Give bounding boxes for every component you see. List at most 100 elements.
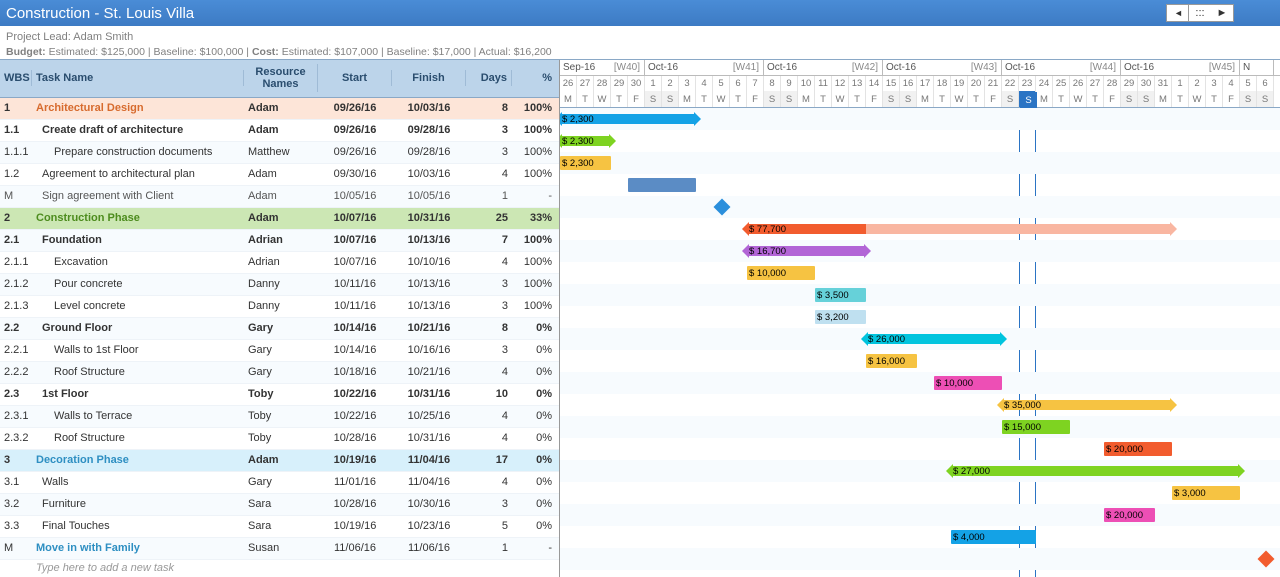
task-cell: Move in with Family bbox=[32, 542, 244, 554]
gantt-bar[interactable]: $ 20,000 bbox=[1104, 508, 1155, 522]
table-row[interactable]: 2.3.1Walls to TerraceToby10/22/1610/25/1… bbox=[0, 406, 559, 428]
dow-label: T bbox=[696, 91, 713, 107]
gantt-row[interactable] bbox=[560, 548, 1280, 570]
col-finish[interactable]: Finish bbox=[392, 70, 466, 86]
gantt-row[interactable]: $ 20,000 bbox=[560, 438, 1280, 460]
timeline-pager: ◄ ::: ► bbox=[1166, 4, 1234, 22]
gantt-row[interactable]: $ 77,700 bbox=[560, 218, 1280, 240]
gantt-row[interactable]: $ 3,000 bbox=[560, 482, 1280, 504]
start-cell: 10/22/16 bbox=[318, 388, 392, 400]
table-row[interactable]: 2.2.2Roof StructureGary10/18/1610/21/164… bbox=[0, 362, 559, 384]
table-row[interactable]: 2.31st FloorToby10/22/1610/31/16100% bbox=[0, 384, 559, 406]
gantt-row[interactable]: $ 20,000 bbox=[560, 504, 1280, 526]
finish-cell: 10/23/16 bbox=[392, 520, 466, 532]
milestone-icon[interactable] bbox=[1258, 551, 1275, 568]
gantt-row[interactable]: $ 2,300 bbox=[560, 130, 1280, 152]
pct-cell: 100% bbox=[512, 102, 556, 114]
table-row[interactable]: 2.1FoundationAdrian10/07/1610/13/167100% bbox=[0, 230, 559, 252]
date-label: 3 bbox=[1206, 76, 1223, 92]
gantt-bar[interactable]: $ 10,000 bbox=[747, 266, 815, 280]
pct-cell: 0% bbox=[512, 344, 556, 356]
dow-label: T bbox=[934, 91, 951, 107]
gantt-row[interactable]: $ 26,000 bbox=[560, 328, 1280, 350]
gantt-bar[interactable]: $ 20,000 bbox=[1104, 442, 1172, 456]
gantt-row[interactable]: $ 35,000 bbox=[560, 394, 1280, 416]
start-cell: 10/07/16 bbox=[318, 234, 392, 246]
table-row[interactable]: 2.3.2Roof StructureToby10/28/1610/31/164… bbox=[0, 428, 559, 450]
table-row[interactable]: 3Decoration PhaseAdam10/19/1611/04/16170… bbox=[0, 450, 559, 472]
table-row[interactable]: MSign agreement with ClientAdam10/05/161… bbox=[0, 186, 559, 208]
gantt-row[interactable]: $ 2,300 bbox=[560, 152, 1280, 174]
col-task[interactable]: Task Name bbox=[32, 70, 244, 86]
gantt-bar[interactable]: $ 2,300 bbox=[560, 136, 611, 146]
gantt-row[interactable]: $ 4,000 bbox=[560, 526, 1280, 548]
date-label: 27 bbox=[1087, 76, 1104, 92]
col-wbs[interactable]: WBS bbox=[0, 70, 32, 86]
gantt-chart[interactable]: Sep-16[W40]Oct-16[W41]Oct-16[W42]Oct-16[… bbox=[560, 60, 1280, 577]
new-task-input[interactable]: Type here to add a new task bbox=[0, 560, 559, 577]
finish-cell: 09/28/16 bbox=[392, 124, 466, 136]
dow-label: S bbox=[1240, 91, 1257, 107]
days-cell: 8 bbox=[466, 322, 512, 334]
milestone-icon[interactable] bbox=[714, 199, 731, 216]
gantt-row[interactable] bbox=[560, 196, 1280, 218]
gantt-row[interactable]: $ 27,000 bbox=[560, 460, 1280, 482]
gantt-bar[interactable]: $ 2,300 bbox=[560, 114, 696, 124]
resource-cell: Adam bbox=[244, 454, 318, 466]
table-row[interactable]: 2.1.2Pour concreteDanny10/11/1610/13/163… bbox=[0, 274, 559, 296]
task-cell: Walls bbox=[32, 476, 244, 488]
gantt-bar[interactable]: $ 2,300 bbox=[560, 156, 611, 170]
table-row[interactable]: 2Construction PhaseAdam10/07/1610/31/162… bbox=[0, 208, 559, 230]
timeline-header: Sep-16[W40]Oct-16[W41]Oct-16[W42]Oct-16[… bbox=[560, 60, 1280, 108]
gantt-row[interactable]: $ 10,000 bbox=[560, 262, 1280, 284]
gantt-bar[interactable]: $ 77,700 bbox=[747, 224, 1172, 234]
gantt-bar[interactable]: $ 16,700 bbox=[747, 246, 866, 256]
start-cell: 09/30/16 bbox=[318, 168, 392, 180]
gantt-bar[interactable]: $ 15,000 bbox=[1002, 420, 1070, 434]
table-row[interactable]: 1.2Agreement to architectural planAdam09… bbox=[0, 164, 559, 186]
gantt-bar[interactable]: $ 10,000 bbox=[934, 376, 1002, 390]
month-label: Oct-16 bbox=[1124, 62, 1154, 73]
dow-label: S bbox=[645, 91, 662, 107]
pager-next-button[interactable]: ► bbox=[1211, 5, 1233, 21]
col-start[interactable]: Start bbox=[318, 70, 392, 86]
col-days[interactable]: Days bbox=[466, 70, 512, 86]
gantt-bar[interactable]: $ 3,000 bbox=[1172, 486, 1240, 500]
gantt-bar[interactable]: $ 4,000 bbox=[951, 530, 1036, 544]
col-res[interactable]: Resource Names bbox=[244, 64, 318, 92]
gantt-row[interactable]: $ 15,000 bbox=[560, 416, 1280, 438]
table-row[interactable]: 1Architectural DesignAdam09/26/1610/03/1… bbox=[0, 98, 559, 120]
pct-cell: 33% bbox=[512, 212, 556, 224]
table-row[interactable]: 1.1.1Prepare construction documentsMatth… bbox=[0, 142, 559, 164]
table-row[interactable]: 2.1.1ExcavationAdrian10/07/1610/10/16410… bbox=[0, 252, 559, 274]
gantt-row[interactable]: $ 16,000 bbox=[560, 350, 1280, 372]
gantt-bar[interactable] bbox=[628, 178, 696, 192]
gantt-row[interactable]: $ 3,500 bbox=[560, 284, 1280, 306]
pct-cell: 100% bbox=[512, 256, 556, 268]
table-row[interactable]: 2.2.1Walls to 1st FloorGary10/14/1610/16… bbox=[0, 340, 559, 362]
resource-cell: Adam bbox=[244, 102, 318, 114]
date-label: 5 bbox=[713, 76, 730, 92]
gantt-bar[interactable]: $ 3,500 bbox=[815, 288, 866, 302]
wbs-cell: 3.1 bbox=[0, 476, 32, 488]
table-row[interactable]: 1.1Create draft of architectureAdam09/26… bbox=[0, 120, 559, 142]
gantt-bar[interactable]: $ 26,000 bbox=[866, 334, 1002, 344]
gantt-bar[interactable]: $ 27,000 bbox=[951, 466, 1240, 476]
gantt-bar[interactable]: $ 16,000 bbox=[866, 354, 917, 368]
table-row[interactable]: 3.1WallsGary11/01/1611/04/1640% bbox=[0, 472, 559, 494]
table-row[interactable]: MMove in with FamilySusan11/06/1611/06/1… bbox=[0, 538, 559, 560]
gantt-row[interactable] bbox=[560, 174, 1280, 196]
gantt-row[interactable]: $ 2,300 bbox=[560, 108, 1280, 130]
col-pct[interactable]: % bbox=[512, 70, 556, 86]
gantt-row[interactable]: $ 10,000 bbox=[560, 372, 1280, 394]
table-row[interactable]: 2.1.3Level concreteDanny10/11/1610/13/16… bbox=[0, 296, 559, 318]
gantt-bar[interactable]: $ 3,200 bbox=[815, 310, 866, 324]
pager-prev-button[interactable]: ◄ bbox=[1167, 5, 1189, 21]
gantt-row[interactable]: $ 16,700 bbox=[560, 240, 1280, 262]
pager-grip-icon[interactable]: ::: bbox=[1189, 5, 1211, 21]
table-row[interactable]: 3.3Final TouchesSara10/19/1610/23/1650% bbox=[0, 516, 559, 538]
table-row[interactable]: 3.2FurnitureSara10/28/1610/30/1630% bbox=[0, 494, 559, 516]
gantt-bar[interactable]: $ 35,000 bbox=[1002, 400, 1172, 410]
table-row[interactable]: 2.2Ground FloorGary10/14/1610/21/1680% bbox=[0, 318, 559, 340]
gantt-row[interactable]: $ 3,200 bbox=[560, 306, 1280, 328]
